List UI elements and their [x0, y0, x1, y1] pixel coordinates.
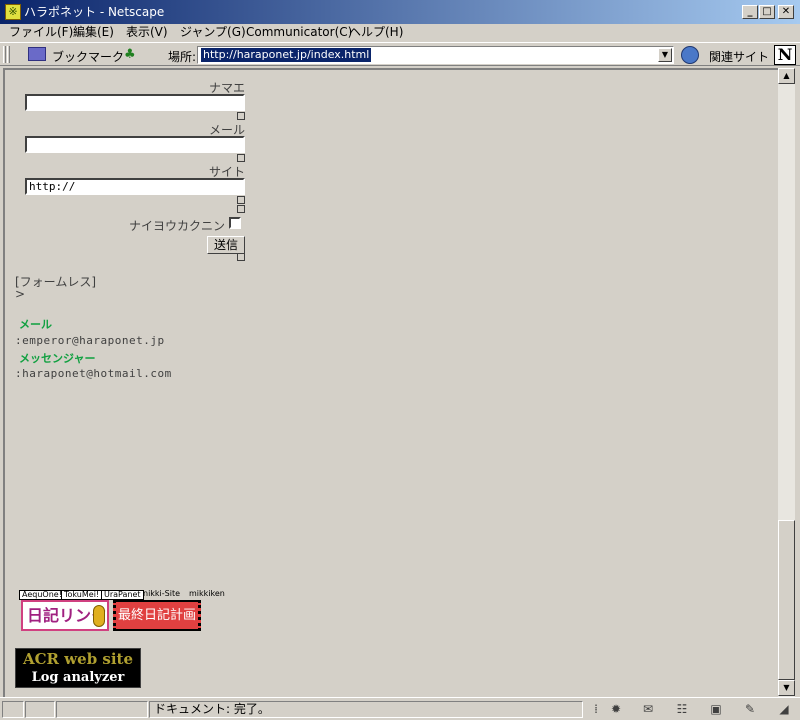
link-badge[interactable]: nikki-Site	[141, 590, 182, 600]
confirm-label: ナイヨウカクニン	[128, 219, 225, 233]
messenger-heading: メッセンジャー	[19, 352, 96, 365]
menu-file[interactable]: ファイル(F)	[9, 25, 73, 40]
hidden-field-marker	[237, 154, 245, 162]
mascot-icon	[93, 605, 105, 627]
title-bar: ※ ハラポネット - Netscape _ □ ✕	[0, 0, 800, 24]
bookmarks-icon[interactable]	[28, 47, 46, 61]
location-toolbar: ブックマーク ♣ 場所: http://haraponet.jp/index.h…	[0, 42, 800, 66]
scroll-down-button[interactable]: ▼	[778, 680, 795, 696]
netscape-app-icon[interactable]: ※	[5, 4, 21, 20]
link-badge[interactable]: AequOne!	[19, 590, 65, 600]
hidden-field-marker	[237, 253, 245, 261]
scroll-thumb[interactable]	[778, 520, 795, 680]
arrow-text: >	[15, 287, 26, 301]
inbox-icon[interactable]: ✉	[640, 702, 656, 717]
toolbar-grip[interactable]	[7, 46, 10, 63]
maximize-button[interactable]: □	[759, 5, 775, 19]
menu-edit[interactable]: 編集(E)	[73, 25, 114, 40]
menu-communicator[interactable]: Communicator(C)	[246, 25, 352, 40]
toolbar-grip[interactable]	[3, 46, 6, 63]
minimize-button[interactable]: _	[742, 5, 758, 19]
vertical-scrollbar[interactable]: ▲ ▼	[778, 68, 795, 697]
newsgroups-icon[interactable]: ☷	[674, 702, 690, 717]
mail-heading: メール	[19, 318, 52, 331]
connection-icon	[25, 701, 55, 718]
site-field[interactable]: http://	[25, 178, 245, 195]
acr-title: ACR web site	[22, 650, 134, 668]
acr-logo-banner[interactable]: ACR web site Log analyzer	[15, 648, 141, 688]
link-badge[interactable]: TokuMei!	[61, 590, 103, 600]
status-text: ドキュメント: 完了。	[154, 702, 270, 716]
acr-subtitle: Log analyzer	[31, 670, 125, 685]
messenger-address[interactable]: :haraponet@hotmail.com	[15, 367, 172, 380]
menu-help[interactable]: ヘルプ(H)	[349, 25, 403, 40]
chevron-down-icon[interactable]: ▼	[658, 48, 672, 62]
window-title: ハラポネット - Netscape	[24, 5, 165, 19]
menu-view[interactable]: 表示(V)	[126, 25, 168, 40]
related-sites-button[interactable]: 関連サイト	[709, 48, 769, 65]
menu-bar: ファイル(F) 編集(E) 表示(V) ジャンプ(G) Communicator…	[0, 24, 800, 42]
status-bar: ドキュメント: 完了。 ⁞ ✹ ✉ ☷ ▣ ✎ ◢	[0, 697, 800, 720]
composer-icon[interactable]: ▣	[708, 702, 724, 717]
confirm-checkbox[interactable]	[229, 217, 241, 229]
email-field[interactable]	[25, 136, 245, 153]
name-field[interactable]	[25, 94, 245, 111]
close-button[interactable]: ✕	[778, 5, 794, 19]
progress-bar	[56, 701, 148, 718]
hidden-field-marker	[237, 205, 245, 213]
nikki-link-banner[interactable]: 日記リンク	[21, 600, 109, 631]
url-input[interactable]: http://haraponet.jp/index.html ▼	[197, 46, 674, 64]
url-text: http://haraponet.jp/index.html	[201, 48, 372, 62]
link-badge[interactable]: mikkiken	[187, 590, 227, 600]
location-label: 場所:	[168, 50, 197, 64]
netscape-logo[interactable]: N	[774, 45, 796, 65]
resize-grip-icon[interactable]: ◢	[776, 702, 792, 717]
bookmarks-button[interactable]: ブックマーク	[52, 48, 124, 65]
final-diary-banner[interactable]: 最終日記計画	[113, 600, 201, 631]
security-lock-icon[interactable]	[2, 701, 24, 718]
navigator-icon[interactable]: ✹	[608, 702, 624, 717]
related-sites-icon[interactable]	[681, 46, 699, 64]
hidden-field-marker	[237, 112, 245, 120]
link-badge[interactable]: UraPanet	[101, 590, 144, 600]
hidden-field-marker	[237, 196, 245, 204]
menu-go[interactable]: ジャンプ(G)	[180, 25, 246, 40]
component-bar-grip[interactable]: ⁞	[588, 702, 604, 717]
scroll-up-button[interactable]: ▲	[778, 68, 795, 84]
mail-address[interactable]: :emperor@haraponet.jp	[15, 334, 165, 347]
submit-button[interactable]: 送信	[207, 236, 245, 254]
page-content: ナマエ メール サイト http:// ナイヨウカクニン 送信 [フォームレス]…	[3, 68, 778, 697]
page-proxy-icon[interactable]: ♣	[124, 47, 138, 62]
formless-link[interactable]: [フォームレス]	[15, 273, 96, 290]
pen-icon[interactable]: ✎	[742, 702, 758, 717]
